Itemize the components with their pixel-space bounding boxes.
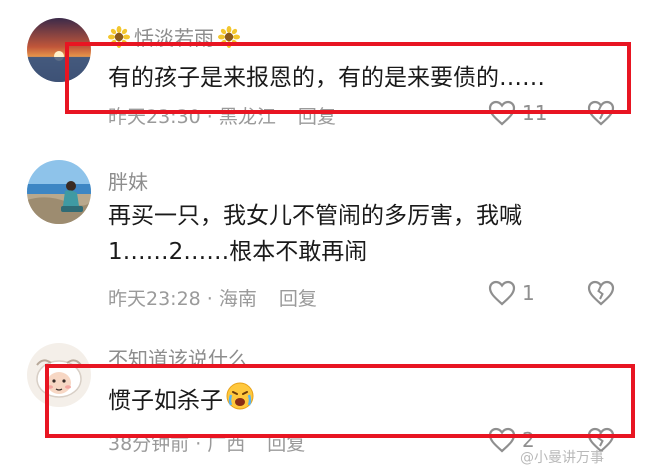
meta-separator: · [206, 288, 213, 310]
reply-button[interactable]: 回复 [267, 433, 305, 455]
sunflower-icon [108, 26, 130, 53]
comment-text-line: 有的孩子是来报恩的，有的是来要债的…… [108, 65, 545, 91]
comment-time: 昨天23:28 [108, 288, 201, 310]
sunset-avatar-icon [27, 18, 91, 82]
username[interactable]: 不知道该说什么 [108, 343, 248, 372]
comment-item: 恬淡若雨 有的孩子是来报恩的，有的是来要债的…… 昨天23:30 · 黑龙江 回复 1… [0, 10, 650, 140]
avatar[interactable] [27, 18, 91, 82]
broken-heart-icon [587, 100, 615, 126]
comment-text: 再买一只，我女儿不管闹的多厉害，我喊 1……2……根本不敢再闹 [108, 198, 522, 270]
reply-button[interactable]: 回复 [298, 106, 336, 128]
comment-text: 惯子如杀子 [108, 381, 255, 422]
sunflower-icon [218, 26, 240, 53]
comment-text-line: 1……2……根本不敢再闹 [108, 239, 368, 265]
like-count: 11 [522, 101, 548, 125]
reply-button[interactable]: 回复 [279, 288, 317, 310]
comment-meta: 38分钟前 · 广西 回复 [108, 429, 305, 456]
meta-separator: · [206, 106, 213, 128]
comment-text-line: 再买一只，我女儿不管闹的多厉害，我喊 [108, 203, 522, 229]
username-label: 恬淡若雨 [134, 26, 214, 50]
comment-time: 昨天23:30 [108, 106, 201, 128]
comment-meta: 昨天23:28 · 海南 回复 [108, 284, 317, 311]
username[interactable]: 胖妹 [108, 166, 148, 195]
like-button[interactable]: 11 [488, 100, 547, 126]
avatar[interactable] [27, 160, 91, 224]
comment-meta: 昨天23:30 · 黑龙江 回复 [108, 102, 336, 129]
beach-avatar-icon [27, 160, 91, 224]
dislike-button[interactable] [586, 280, 616, 310]
cartoon-sheep-avatar-icon [27, 343, 91, 407]
broken-heart-icon [587, 280, 615, 306]
dislike-button[interactable] [586, 100, 616, 130]
comment-time: 38分钟前 [108, 433, 190, 455]
comment-text-line: 惯子如杀子 [108, 388, 223, 414]
heart-icon [488, 280, 516, 306]
comment-location: 广西 [207, 433, 246, 455]
username[interactable]: 恬淡若雨 [108, 22, 240, 53]
like-count: 1 [522, 281, 535, 305]
comment-location: 海南 [218, 288, 257, 310]
comment-text: 有的孩子是来报恩的，有的是来要债的…… [108, 60, 545, 96]
heart-icon [488, 427, 516, 453]
watermark: @小曼讲万事 [520, 450, 604, 466]
heart-icon [488, 100, 516, 126]
comment-location: 黑龙江 [218, 106, 276, 128]
avatar[interactable] [27, 343, 91, 407]
comment-item: 胖妹 再买一只，我女儿不管闹的多厉害，我喊 1……2……根本不敢再闹 昨天23:… [0, 158, 650, 328]
meta-separator: · [195, 433, 202, 455]
crying-face-emoji-icon [225, 381, 255, 422]
like-button[interactable]: 1 [488, 280, 535, 306]
